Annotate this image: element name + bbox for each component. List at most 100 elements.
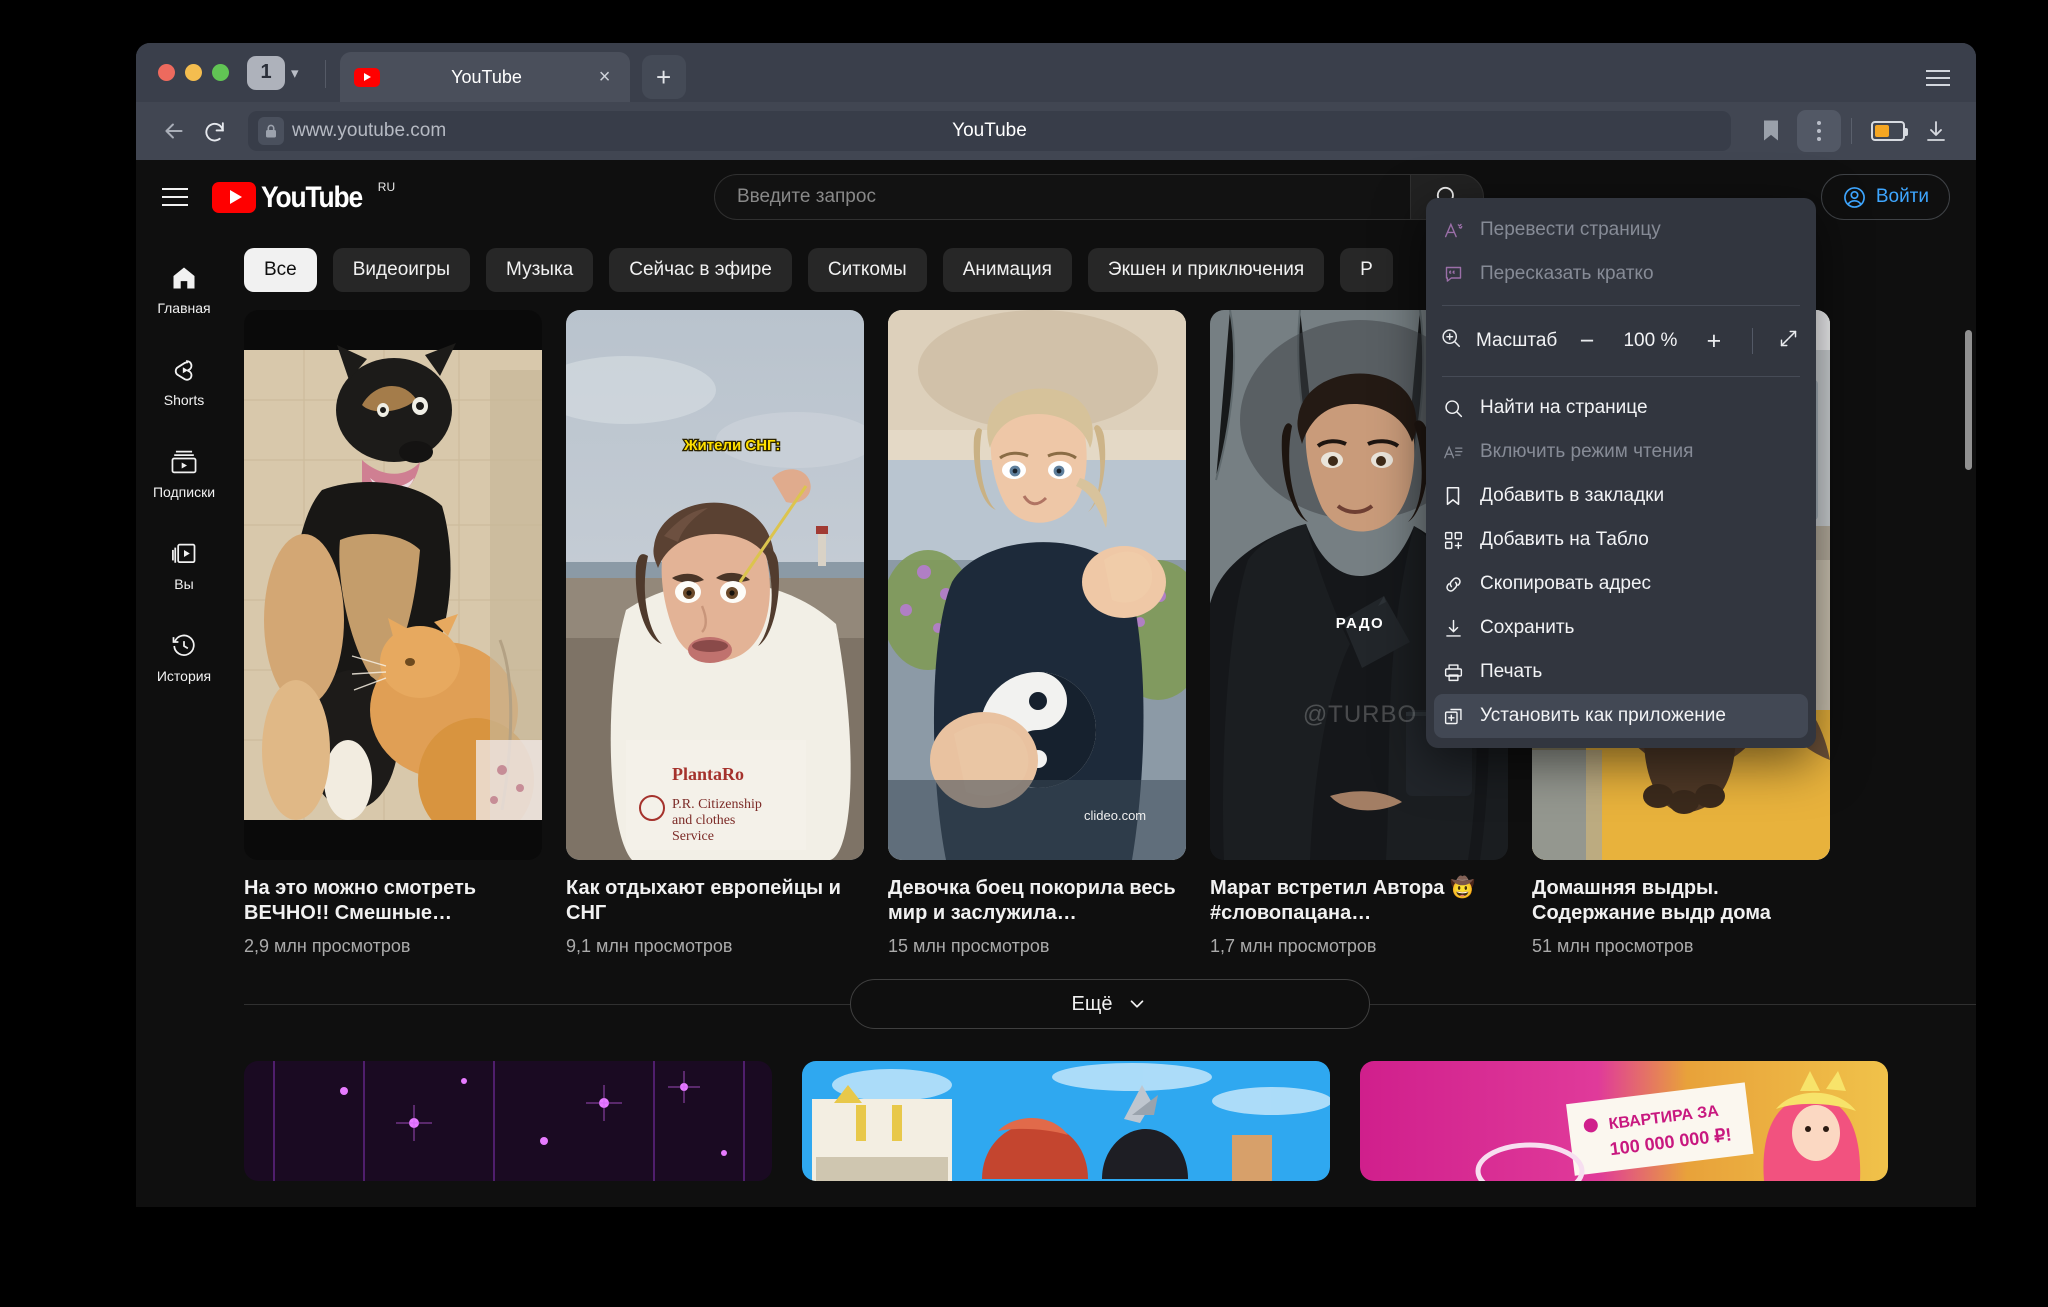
thumbnail-overlay-text: РАДО	[1336, 615, 1384, 632]
window-controls: 1 ▾	[136, 43, 311, 102]
chip-all[interactable]: Все	[244, 248, 317, 292]
tab-youtube[interactable]: YouTube ×	[339, 52, 630, 102]
youtube-region-label: RU	[377, 179, 396, 194]
shelf-thumbnail[interactable]: КВАРТИРА ЗА 100 000 000 ₽!	[1360, 1061, 1888, 1181]
chip-animation[interactable]: Анимация	[942, 248, 1072, 292]
fullscreen-icon[interactable]	[1774, 328, 1802, 355]
thumbnail-overlay-text: Жители СНГ:	[683, 437, 780, 454]
new-tab-button[interactable]: +	[641, 55, 686, 99]
sidebar-item-label: Shorts	[163, 392, 205, 408]
address-bar[interactable]: www.youtube.com YouTube	[248, 111, 1731, 151]
youtube-wordmark: YouTube	[261, 180, 363, 214]
chip-videogames[interactable]: Видеоигры	[332, 248, 471, 292]
video-card[interactable]: PlantaRo P.R. Citizenship and clothes Se…	[566, 310, 864, 957]
menu-item-label: Пересказать кратко	[1480, 263, 1654, 284]
video-views: 9,1 млн просмотров	[566, 936, 733, 956]
bookmark-icon[interactable]	[1749, 110, 1793, 152]
search-placeholder: Введите запрос	[737, 186, 876, 207]
video-views: 2,9 млн просмотров	[244, 936, 411, 956]
youtube-logo[interactable]: YouTube RU	[212, 179, 396, 214]
video-thumbnail[interactable]	[244, 310, 542, 860]
svg-text:PlantaRo: PlantaRo	[672, 764, 744, 784]
minimize-window-button[interactable]	[185, 64, 202, 81]
video-thumbnail[interactable]: PlantaRo P.R. Citizenship and clothes Se…	[566, 310, 864, 860]
chip-live-now[interactable]: Сейчас в эфире	[609, 248, 792, 292]
video-title[interactable]: Как отдыхают европейцы и СНГ	[566, 876, 864, 926]
video-thumbnail[interactable]: clideo.com	[888, 310, 1186, 860]
header-actions: Войти	[1820, 174, 1950, 220]
chip-music[interactable]: Музыка	[486, 248, 594, 292]
page-scrollbar[interactable]	[1965, 330, 1972, 470]
sign-in-button[interactable]: Войти	[1820, 174, 1950, 220]
video-title[interactable]: Марат встретил Автора 🤠 #словопацана…	[1210, 876, 1508, 926]
youtube-favicon	[353, 67, 380, 87]
menu-item-add-to-dashboard[interactable]: Добавить на Табло	[1426, 518, 1816, 562]
youtube-sidebar: Главная Shorts Подписки Вы История	[136, 234, 232, 1207]
sidebar-item-history[interactable]: История	[136, 612, 232, 704]
zoom-level-value: 100 %	[1623, 330, 1678, 351]
svg-text:P.R. Citizenship: P.R. Citizenship	[672, 797, 762, 812]
tab-strip: 1 ▾ YouTube × +	[136, 43, 1976, 102]
zoom-label: Масштаб	[1476, 330, 1558, 351]
sidebar-item-home[interactable]: Главная	[136, 244, 232, 336]
shelf-thumbnail[interactable]	[244, 1061, 772, 1181]
menu-item-label: Скопировать адрес	[1480, 573, 1652, 594]
sidebar-item-label: Подписки	[152, 484, 216, 500]
sidebar-item-you[interactable]: Вы	[136, 520, 232, 612]
history-icon	[172, 634, 195, 656]
reload-icon[interactable]	[194, 111, 234, 151]
tab-count-badge[interactable]: 1	[247, 55, 285, 90]
chip-overflow[interactable]: Р	[1340, 248, 1393, 292]
menu-item-translate-page[interactable]: Перевести страницу	[1426, 208, 1816, 252]
menu-item-save[interactable]: Сохранить	[1426, 606, 1816, 650]
menu-item-label: Сохранить	[1480, 617, 1575, 638]
download-icon[interactable]	[1914, 110, 1958, 152]
close-icon[interactable]: ×	[594, 67, 616, 87]
menu-item-reader-mode[interactable]: Включить режим чтения	[1426, 430, 1816, 474]
menu-item-find-on-page[interactable]: Найти на странице	[1426, 386, 1816, 430]
svg-text:@TURBO: @TURBO	[1303, 701, 1417, 728]
show-more-button[interactable]: Ещё	[850, 979, 1370, 1029]
home-icon	[173, 267, 195, 289]
search-area: Введите запрос	[714, 174, 1484, 220]
menu-item-install-as-app[interactable]: Установить как приложение	[1434, 694, 1808, 738]
chevron-down-icon[interactable]: ▾	[291, 64, 299, 82]
menu-item-copy-address[interactable]: Скопировать адрес	[1426, 562, 1816, 606]
link-icon	[1440, 574, 1466, 595]
video-title[interactable]: Домашняя выдры. Содержание выдр дома	[1532, 876, 1830, 926]
svg-text:Service: Service	[672, 829, 714, 844]
back-arrow-icon[interactable]	[154, 111, 194, 151]
zoom-control-row: Масштаб − 100 % +	[1426, 315, 1816, 367]
lock-icon	[258, 117, 284, 145]
menu-item-summarize[interactable]: Пересказать кратко	[1426, 252, 1816, 296]
video-title[interactable]: Девочка боец покорила весь мир и заслужи…	[888, 876, 1186, 926]
more-options-icon[interactable]	[1797, 110, 1841, 152]
window-menu-icon[interactable]	[1926, 70, 1950, 86]
sidebar-item-subscriptions[interactable]: Подписки	[136, 428, 232, 520]
zoom-in-button[interactable]: +	[1698, 327, 1729, 356]
video-card[interactable]: На это можно смотреть ВЕЧНО!! Смешные… 2…	[244, 310, 542, 957]
menu-item-print[interactable]: Печать	[1426, 650, 1816, 694]
menu-item-label: Найти на странице	[1480, 397, 1648, 418]
video-title[interactable]: На это можно смотреть ВЕЧНО!! Смешные…	[244, 876, 542, 926]
maximize-window-button[interactable]	[212, 64, 229, 81]
chip-action-adventure[interactable]: Экшен и приключения	[1087, 248, 1325, 292]
sidebar-item-label: Вы	[174, 576, 194, 592]
chip-sitcoms[interactable]: Ситкомы	[807, 248, 927, 292]
menu-item-add-bookmark[interactable]: Добавить в закладки	[1426, 474, 1816, 518]
shelf-thumbnail[interactable]	[802, 1061, 1330, 1181]
shelf-row: КВАРТИРА ЗА 100 000 000 ₽!	[244, 1029, 1976, 1181]
tab-counter[interactable]: 1 ▾	[247, 55, 299, 90]
zoom-out-button[interactable]: −	[1571, 327, 1602, 356]
divider	[1442, 376, 1800, 377]
thumbnail-overlay-text: clideo.com	[1084, 808, 1146, 823]
summarize-icon	[1440, 264, 1466, 285]
sidebar-item-shorts[interactable]: Shorts	[136, 336, 232, 428]
page-name-label: YouTube	[952, 120, 1027, 141]
close-window-button[interactable]	[158, 64, 175, 81]
guide-menu-icon[interactable]	[162, 188, 188, 206]
menu-item-label: Добавить на Табло	[1480, 529, 1649, 550]
search-input[interactable]: Введите запрос	[714, 174, 1410, 220]
video-card[interactable]: clideo.com Девочка боец покорила весь ми…	[888, 310, 1186, 957]
url-text: www.youtube.com	[292, 120, 447, 141]
